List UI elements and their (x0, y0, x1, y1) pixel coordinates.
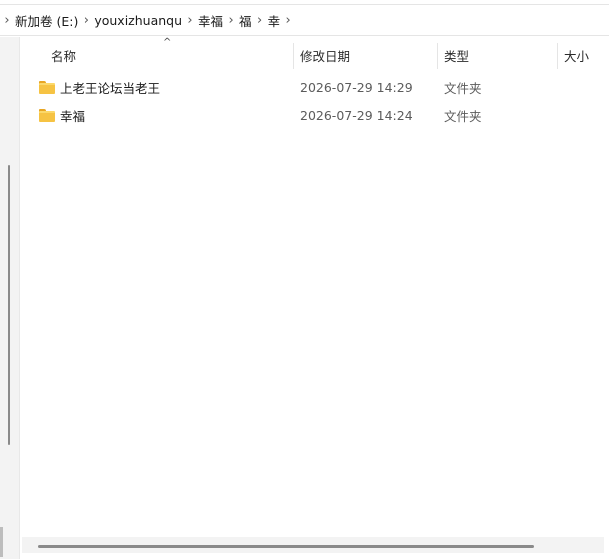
file-date: 2026-07-29 14:29 (300, 79, 413, 95)
column-divider[interactable] (437, 43, 438, 69)
chevron-right-icon[interactable]: › (283, 13, 293, 28)
chevron-right-icon[interactable]: › (185, 13, 195, 28)
file-name-cell[interactable]: 幸福 (39, 106, 85, 125)
address-bar[interactable]: › 新加卷 (E:) › youxizhuanqu › 幸福 › 福 › 幸 › (0, 4, 609, 36)
file-date: 2026-07-29 14:24 (300, 107, 413, 123)
column-header-date[interactable]: 修改日期 (300, 43, 350, 67)
breadcrumb-item-xing[interactable]: 幸 (265, 11, 284, 30)
file-row[interactable]: 上老王论坛当老王 2026-07-29 14:29 文件夹 (35, 74, 595, 100)
breadcrumb-item-xingfu[interactable]: 幸福 (195, 11, 226, 30)
breadcrumb-item-youxizhuanqu[interactable]: youxizhuanqu (91, 13, 185, 28)
file-type: 文件夹 (444, 108, 482, 124)
chevron-right-icon[interactable]: › (81, 13, 91, 28)
horizontal-scrollbar[interactable] (22, 537, 604, 553)
column-header-name[interactable]: 名称 (51, 43, 76, 67)
file-name[interactable]: 上老王论坛当老王 (60, 78, 160, 97)
breadcrumb-item-drive[interactable]: 新加卷 (E:) (12, 11, 81, 30)
sort-ascending-icon: ^ (163, 37, 172, 48)
file-name-cell[interactable]: 上老王论坛当老王 (39, 78, 160, 97)
column-divider[interactable] (557, 43, 558, 69)
column-header-type[interactable]: 类型 (444, 43, 469, 67)
column-header-size[interactable]: 大小 (564, 43, 589, 67)
chevron-right-icon[interactable]: › (226, 13, 236, 28)
navigation-pane[interactable] (0, 37, 20, 559)
file-type: 文件夹 (444, 80, 482, 96)
folder-icon (39, 80, 55, 94)
horizontal-scrollbar-thumb[interactable] (38, 545, 534, 548)
file-list[interactable]: ^ 名称 修改日期 类型 大小 上老王论坛当老王 2026-07-29 14:2… (21, 37, 609, 559)
folder-icon (39, 108, 55, 122)
nav-pane-edge (0, 527, 3, 557)
file-name[interactable]: 幸福 (60, 106, 85, 125)
chevron-right-icon[interactable]: › (2, 13, 12, 28)
chevron-right-icon[interactable]: › (255, 13, 265, 28)
breadcrumb-item-fu[interactable]: 福 (236, 11, 255, 30)
column-divider[interactable] (293, 43, 294, 69)
file-row[interactable]: 幸福 2026-07-29 14:24 文件夹 (35, 102, 595, 128)
nav-scrollbar-thumb[interactable] (8, 165, 10, 445)
